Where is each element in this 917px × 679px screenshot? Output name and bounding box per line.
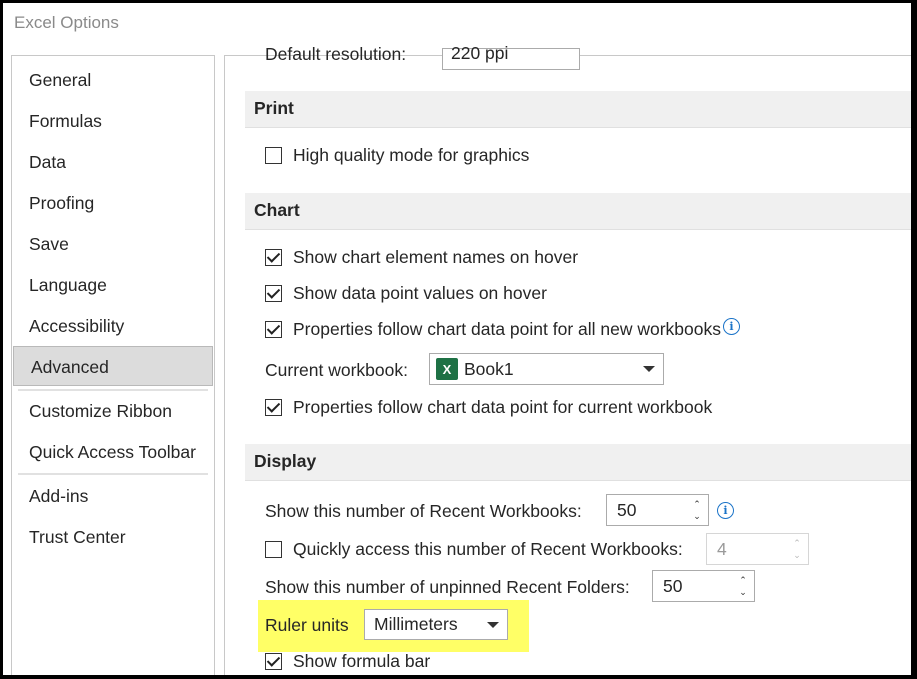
- quick-access-workbooks-value: 4: [717, 539, 727, 559]
- formula-bar-checkbox[interactable]: [265, 652, 282, 670]
- display-section-header: Display: [245, 444, 911, 481]
- current-workbook-label: Current workbook:: [265, 360, 408, 380]
- quick-access-workbooks-stepper: 4 ⌃ ⌄: [706, 533, 809, 565]
- formula-bar-label: Show formula bar: [293, 650, 431, 671]
- recent-workbooks-value: 50: [617, 500, 637, 520]
- follow-all-workbooks-checkbox[interactable]: [265, 320, 282, 338]
- data-values-hover-label: Show data point values on hover: [293, 282, 547, 303]
- sidebar-item-proofing[interactable]: Proofing: [12, 183, 212, 223]
- follow-current-workbook-checkbox[interactable]: [265, 398, 282, 416]
- print-section-header: Print: [245, 91, 911, 128]
- sidebar-item-trust-center[interactable]: Trust Center: [12, 517, 212, 557]
- chevron-down-icon: [643, 366, 655, 372]
- sidebar-separator: [18, 473, 208, 475]
- sidebar-item-general[interactable]: General: [12, 60, 212, 100]
- chart-names-hover-label: Show chart element names on hover: [293, 246, 579, 267]
- sidebar-item-data[interactable]: Data: [12, 142, 212, 182]
- window-title: Excel Options: [14, 13, 119, 32]
- options-sidebar: General Formulas Data Proofing Save Lang…: [11, 55, 215, 675]
- sidebar-item-customize-ribbon[interactable]: Customize Ribbon: [12, 391, 212, 431]
- info-icon[interactable]: i: [723, 317, 740, 335]
- stepper-arrows-icon: ⌃ ⌄: [793, 538, 801, 560]
- recent-workbooks-label: Show this number of Recent Workbooks:: [265, 501, 582, 521]
- sidebar-item-add-ins[interactable]: Add-ins: [12, 476, 212, 516]
- formula-bar-option[interactable]: Show formula bar: [265, 648, 430, 674]
- quick-access-workbooks-option[interactable]: Quickly access this number of Recent Wor…: [265, 536, 683, 562]
- follow-current-workbook-label: Properties follow chart data point for c…: [293, 396, 713, 417]
- excel-options-window: Excel Options General Formulas Data Proo…: [3, 3, 911, 675]
- unpinned-folders-stepper[interactable]: 50 ⌃ ⌄: [652, 570, 755, 602]
- ruler-units-value: Millimeters: [374, 614, 458, 634]
- excel-workbook-icon: X: [436, 358, 458, 380]
- current-workbook-value: Book1: [464, 358, 514, 379]
- default-resolution-dropdown[interactable]: 220 ppi: [442, 44, 580, 70]
- info-icon[interactable]: i: [717, 502, 734, 519]
- recent-workbooks-stepper[interactable]: 50 ⌃ ⌄: [606, 494, 709, 526]
- follow-current-workbook-option[interactable]: Properties follow chart data point for c…: [265, 394, 712, 420]
- unpinned-folders-label: Show this number of unpinned Recent Fold…: [265, 577, 630, 597]
- current-workbook-dropdown[interactable]: X Book1: [429, 353, 664, 385]
- sidebar-item-accessibility[interactable]: Accessibility: [12, 306, 212, 346]
- stepper-arrows-icon[interactable]: ⌃ ⌄: [690, 498, 704, 522]
- high-quality-graphics-checkbox[interactable]: [265, 146, 282, 164]
- sidebar-item-language[interactable]: Language: [12, 265, 212, 305]
- sidebar-item-advanced[interactable]: Advanced: [13, 346, 213, 386]
- ruler-units-dropdown[interactable]: Millimeters: [364, 609, 508, 640]
- unpinned-folders-value: 50: [663, 576, 683, 596]
- chevron-down-icon: [487, 622, 499, 628]
- follow-all-workbooks-label: Properties follow chart data point for a…: [293, 318, 721, 339]
- stepper-arrows-icon[interactable]: ⌃ ⌄: [736, 574, 750, 598]
- high-quality-graphics-option[interactable]: High quality mode for graphics: [265, 142, 529, 168]
- follow-all-workbooks-option[interactable]: Properties follow chart data point for a…: [265, 316, 740, 342]
- ruler-units-label: Ruler units: [265, 615, 349, 635]
- data-values-hover-option[interactable]: Show data point values on hover: [265, 280, 547, 306]
- data-values-hover-checkbox[interactable]: [265, 284, 282, 302]
- quick-access-workbooks-checkbox[interactable]: [265, 540, 282, 558]
- sidebar-item-formulas[interactable]: Formulas: [12, 101, 212, 141]
- chart-section-header: Chart: [245, 193, 911, 230]
- default-resolution-value: 220 ppi: [451, 43, 509, 63]
- high-quality-graphics-label: High quality mode for graphics: [293, 144, 530, 165]
- sidebar-item-save[interactable]: Save: [12, 224, 212, 264]
- sidebar-item-quick-access-toolbar[interactable]: Quick Access Toolbar: [12, 432, 212, 472]
- chart-names-hover-checkbox[interactable]: [265, 248, 282, 266]
- advanced-options-panel: Default resolution: 220 ppi Print High q…: [224, 44, 911, 675]
- default-resolution-label: Default resolution:: [265, 44, 407, 64]
- chart-names-hover-option[interactable]: Show chart element names on hover: [265, 244, 578, 270]
- quick-access-workbooks-label: Quickly access this number of Recent Wor…: [293, 538, 683, 559]
